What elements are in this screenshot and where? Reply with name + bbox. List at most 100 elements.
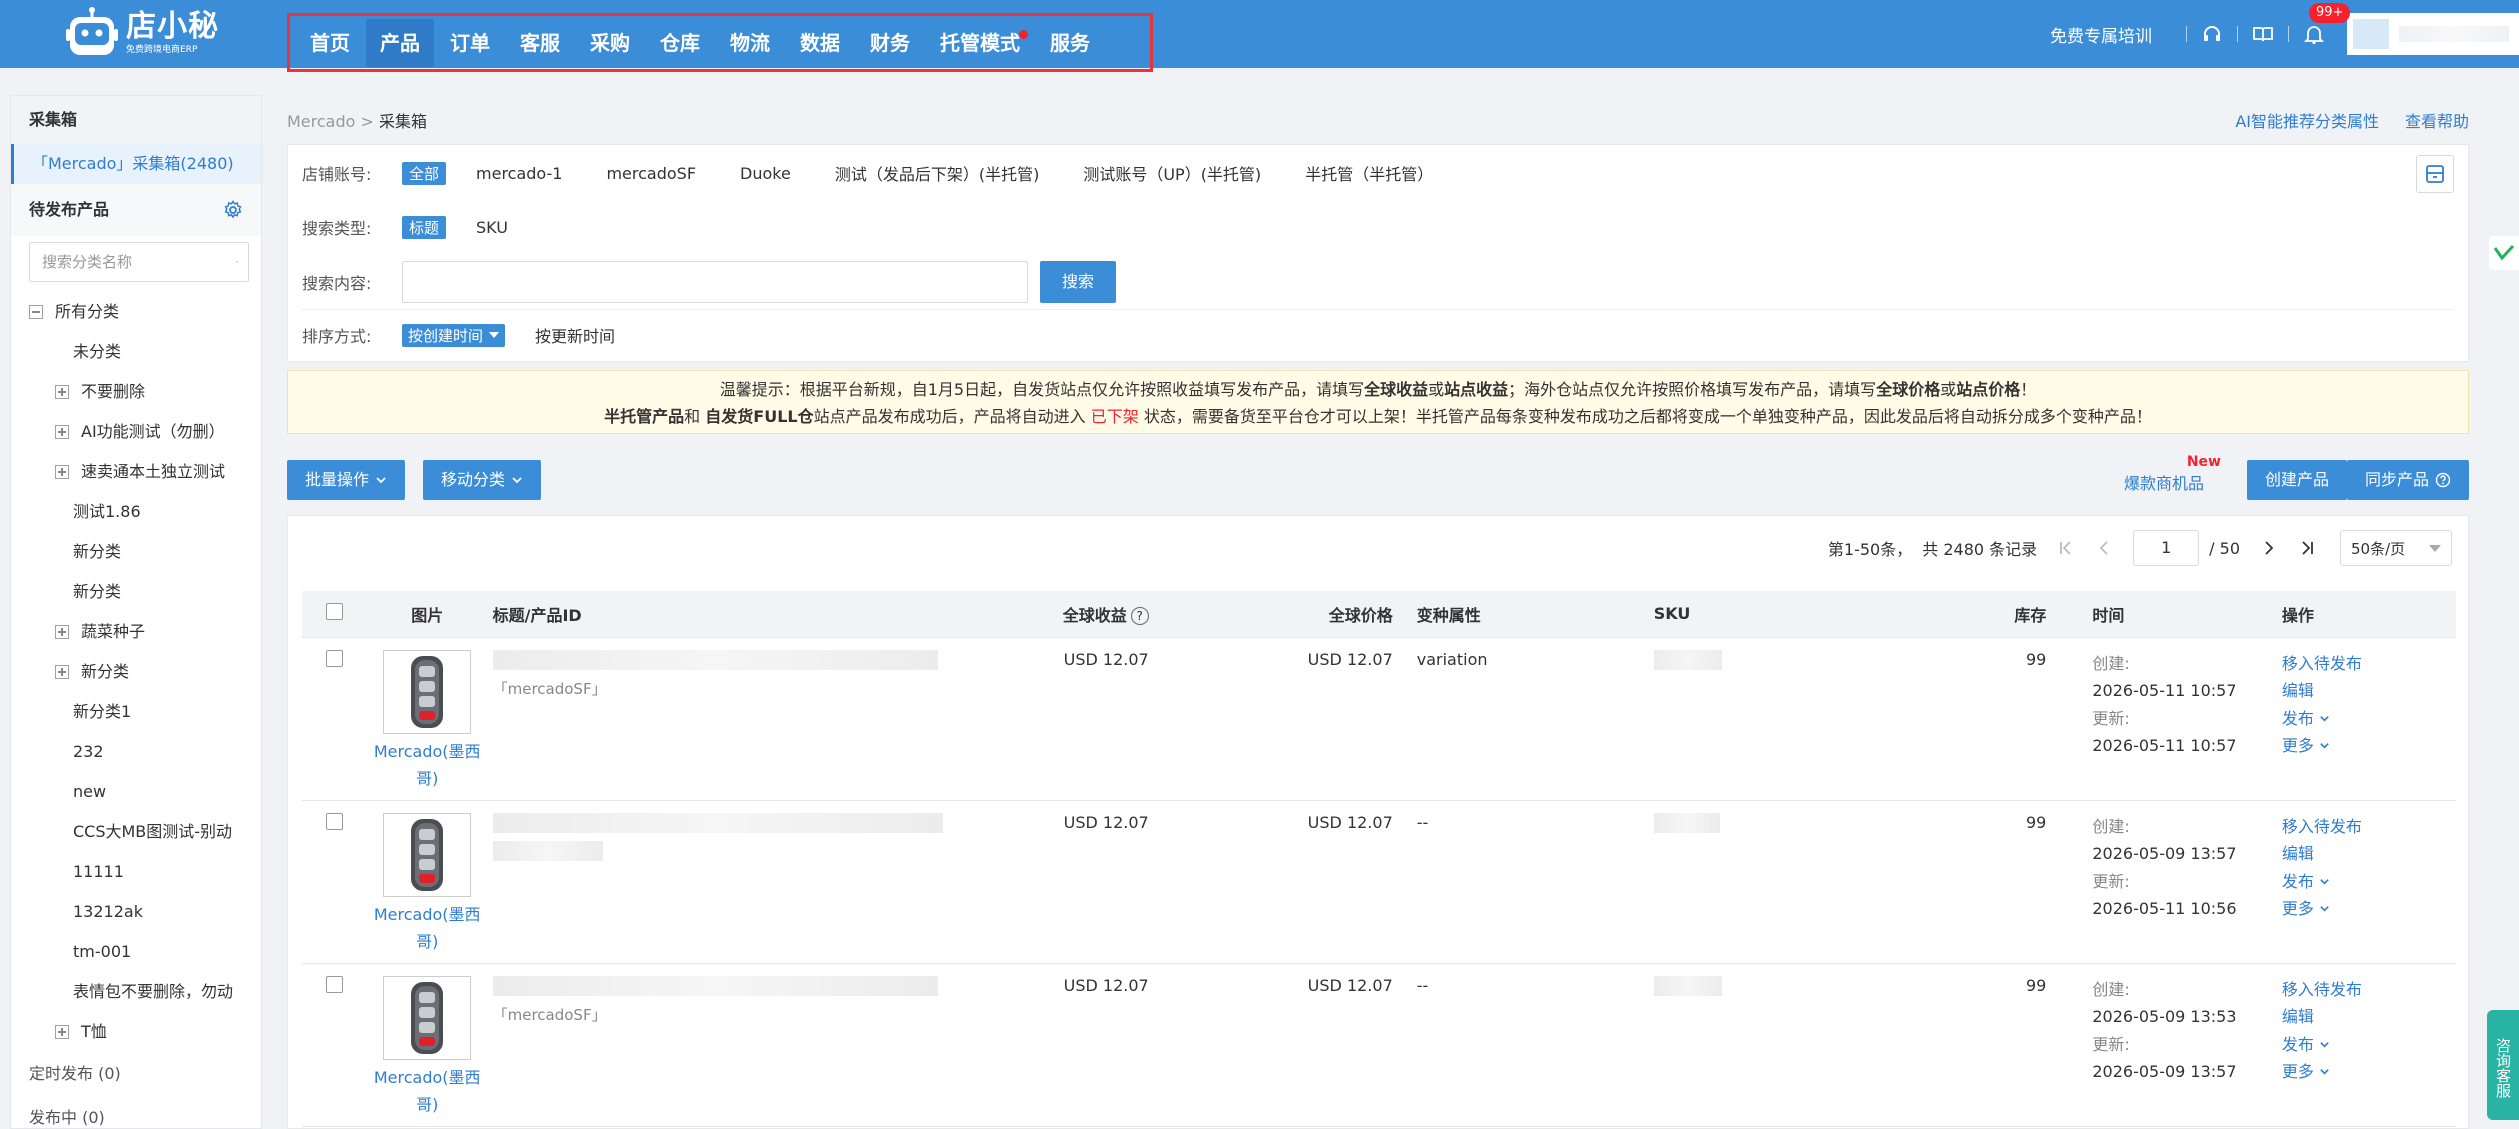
- expand-plus-icon[interactable]: [55, 1025, 69, 1039]
- category-tree-item[interactable]: tm-001: [11, 932, 261, 972]
- category-tree-item[interactable]: 新分类: [11, 572, 261, 612]
- shop-option[interactable]: mercado-1: [476, 164, 562, 183]
- headset-icon[interactable]: [2201, 23, 2223, 45]
- sidebar-item-mercado-box[interactable]: 「Mercado」采集箱(2480): [11, 144, 261, 184]
- next-page-icon[interactable]: [2258, 537, 2280, 559]
- edit-link[interactable]: 编辑: [2282, 840, 2456, 868]
- category-tree-item[interactable]: new: [11, 772, 261, 812]
- select-all-checkbox[interactable]: [326, 603, 344, 621]
- category-tree-item[interactable]: 测试1.86: [11, 492, 261, 532]
- edit-link[interactable]: 编辑: [2282, 1003, 2456, 1031]
- batch-operations-button[interactable]: 批量操作: [287, 460, 406, 500]
- publish-dropdown[interactable]: 发布: [2282, 1031, 2456, 1059]
- prev-page-icon[interactable]: [2093, 537, 2115, 559]
- category-tree-item[interactable]: 未分类: [11, 332, 261, 372]
- page-number-input[interactable]: 1: [2133, 530, 2200, 566]
- nav-finance[interactable]: 财务: [856, 19, 924, 67]
- hot-products-link[interactable]: 爆款商机品: [2124, 470, 2204, 494]
- category-tree-item[interactable]: 13212ak: [11, 892, 261, 932]
- shop-option[interactable]: 半托管（半托管）: [1305, 161, 1433, 185]
- shop-option[interactable]: 测试账号（UP）(半托管): [1083, 161, 1261, 185]
- nav-data[interactable]: 数据: [786, 19, 854, 67]
- search-type-sku[interactable]: SKU: [476, 218, 508, 237]
- last-page-icon[interactable]: [2296, 537, 2318, 559]
- publish-dropdown[interactable]: 发布: [2282, 868, 2456, 896]
- category-tree-item[interactable]: 蔬菜种子: [11, 612, 261, 652]
- shop-option[interactable]: 测试（发品后下架）(半托管): [835, 161, 1040, 185]
- more-dropdown[interactable]: 更多: [2282, 895, 2456, 923]
- row-checkbox[interactable]: [326, 649, 344, 667]
- help-link[interactable]: 查看帮助: [2405, 108, 2469, 132]
- nav-warehouse[interactable]: 仓库: [646, 19, 714, 67]
- table-row[interactable]: Mercado(墨西哥) 「mercadoSF」 USD 12.07 USD 1…: [302, 963, 2456, 1127]
- sync-products-button[interactable]: 同步产品: [2346, 460, 2469, 500]
- nav-home[interactable]: 首页: [296, 19, 364, 67]
- move-to-pending-link[interactable]: 移入待发布: [2282, 813, 2456, 841]
- nav-customer-service[interactable]: 客服: [506, 19, 574, 67]
- app-logo[interactable]: 店小秘 免费跨境电商ERP: [64, 4, 224, 62]
- category-tree-item[interactable]: 所有分类: [11, 292, 261, 332]
- free-training-link[interactable]: 免费专属培训: [2050, 22, 2152, 47]
- more-dropdown[interactable]: 更多: [2282, 732, 2456, 760]
- product-title-redacted[interactable]: [492, 649, 938, 670]
- sort-by-created-dropdown[interactable]: 按创建时间: [402, 323, 506, 347]
- gear-icon[interactable]: [223, 200, 243, 220]
- shop-option[interactable]: Duoke: [740, 164, 791, 183]
- breadcrumb-root[interactable]: Mercado: [287, 112, 355, 131]
- expand-plus-icon[interactable]: [55, 465, 69, 479]
- ai-category-link[interactable]: AI智能推荐分类属性: [2235, 108, 2379, 132]
- nav-managed-mode[interactable]: 托管模式: [926, 19, 1034, 67]
- nav-purchase[interactable]: 采购: [576, 19, 644, 67]
- category-tree-item[interactable]: 新分类: [11, 532, 261, 572]
- edit-link[interactable]: 编辑: [2282, 677, 2456, 705]
- user-account-menu[interactable]: [2347, 13, 2519, 55]
- product-thumbnail[interactable]: [383, 812, 472, 897]
- category-tree-item[interactable]: AI功能测试（勿删）: [11, 412, 261, 452]
- nav-product[interactable]: 产品: [366, 18, 434, 67]
- store-site-link[interactable]: Mercado(墨西哥): [368, 1064, 487, 1118]
- product-title-redacted[interactable]: [492, 975, 938, 996]
- expand-plus-icon[interactable]: [55, 385, 69, 399]
- more-dropdown[interactable]: 更多: [2282, 1058, 2456, 1086]
- category-tree-item[interactable]: 速卖通本土独立测试: [11, 452, 261, 492]
- category-tree-item[interactable]: 不要删除: [11, 372, 261, 412]
- table-row[interactable]: Mercado(墨西哥) USD 12.07 USD 12.07 -- 99 创…: [302, 800, 2456, 964]
- sidebar-scheduled-publish[interactable]: 定时发布 (0): [11, 1052, 261, 1096]
- category-tree-item[interactable]: 232: [11, 732, 261, 772]
- nav-order[interactable]: 订单: [436, 19, 504, 67]
- search-button[interactable]: 搜索: [1040, 261, 1117, 303]
- first-page-icon[interactable]: [2055, 537, 2077, 559]
- table-row[interactable]: Mercado(墨西哥) 「mercadoSF」 USD 12.07 USD 1…: [302, 637, 2456, 801]
- shop-all-tag[interactable]: 全部: [402, 161, 447, 185]
- expand-plus-icon[interactable]: [55, 665, 69, 679]
- category-tree-item[interactable]: 新分类1: [11, 692, 261, 732]
- expand-plus-icon[interactable]: [55, 425, 69, 439]
- category-tree-item[interactable]: T恤: [11, 1012, 261, 1052]
- sidebar-publishing[interactable]: 发布中 (0): [11, 1096, 261, 1128]
- row-checkbox[interactable]: [326, 975, 344, 993]
- store-site-link[interactable]: Mercado(墨西哥): [368, 738, 487, 792]
- move-to-pending-link[interactable]: 移入待发布: [2282, 650, 2456, 678]
- search-content-input[interactable]: [402, 261, 1028, 303]
- create-product-button[interactable]: 创建产品: [2246, 460, 2347, 500]
- search-type-title-tag[interactable]: 标题: [402, 215, 447, 239]
- consult-service-button[interactable]: 咨询客服: [2487, 1010, 2519, 1120]
- notification-bell[interactable]: 99+: [2303, 3, 2351, 45]
- product-title-redacted[interactable]: [492, 812, 943, 833]
- category-tree-item[interactable]: 11111: [11, 852, 261, 892]
- sort-by-updated[interactable]: 按更新时间: [535, 323, 615, 347]
- page-size-select[interactable]: 50条/页: [2340, 530, 2452, 566]
- product-thumbnail[interactable]: [383, 649, 472, 734]
- floating-assistant-button[interactable]: [2489, 236, 2519, 270]
- book-icon[interactable]: [2252, 23, 2274, 45]
- publish-dropdown[interactable]: 发布: [2282, 705, 2456, 733]
- nav-service[interactable]: 服务: [1036, 19, 1104, 67]
- shop-option[interactable]: mercadoSF: [606, 164, 696, 183]
- store-site-link[interactable]: Mercado(墨西哥): [368, 901, 487, 955]
- help-icon[interactable]: ?: [1130, 607, 1149, 626]
- category-tree-item[interactable]: 表情包不要删除，勿动: [11, 972, 261, 1012]
- expand-plus-icon[interactable]: [55, 625, 69, 639]
- category-search-input[interactable]: [42, 253, 236, 271]
- search-icon[interactable]: [236, 252, 238, 272]
- collapse-minus-icon[interactable]: [29, 305, 43, 319]
